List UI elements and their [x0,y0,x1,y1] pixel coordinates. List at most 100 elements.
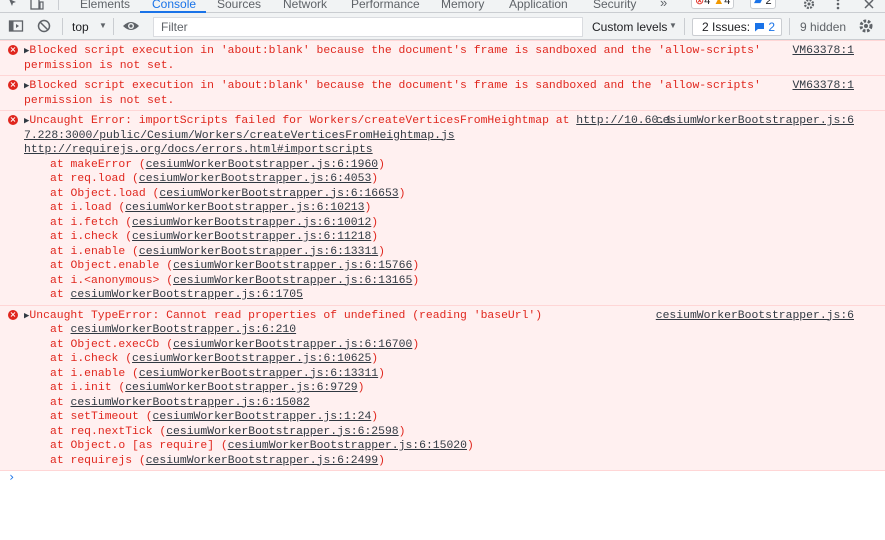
stack-frame-location-link[interactable]: cesiumWorkerBootstrapper.js:6:10213 [125,202,364,214]
stack-frame-location-link[interactable]: cesiumWorkerBootstrapper.js:6:15766 [173,260,412,272]
live-expression-eye-icon[interactable] [122,18,139,34]
stack-frame-function: Object.o [as require] [70,440,215,452]
stack-frame-location-link[interactable]: cesiumWorkerBootstrapper.js:6:210 [71,324,297,336]
stack-frame-function: i.load [70,202,112,214]
settings-gear-icon[interactable] [803,0,815,13]
stack-frame-function: i.fetch [70,216,119,229]
stack-frame-function: i.<anonymous> [70,274,160,287]
paren-open: ( [118,216,133,229]
paren-close: ) [357,382,365,394]
stack-frame-prefix: at [50,324,71,336]
stack-frame: at requirejs (cesiumWorkerBootstrapper.j… [0,454,885,469]
stack-frame-location-link[interactable]: cesiumWorkerBootstrapper.js:6:13311 [139,246,378,258]
error-text-continued: permission is not set. [24,94,175,107]
tabbar-divider [58,0,59,10]
stack-frame-location-link[interactable]: cesiumWorkerBootstrapper.js:6:1705 [71,289,303,301]
inspect-element-icon[interactable] [8,0,22,13]
console-prompt-icon[interactable]: › [8,470,15,484]
url-link-continued[interactable]: 7.228:3000/public/Cesium/Workers/createV… [24,130,455,142]
paren-open: ( [125,245,139,258]
tab-sources[interactable]: Sources [217,0,261,11]
stack-frame: at i.load (cesiumWorkerBootstrapper.js:6… [0,201,885,216]
requirejs-docs-link[interactable]: http://requirejs.org/docs/errors.html#im… [24,144,373,156]
stack-frame-location-link[interactable]: cesiumWorkerBootstrapper.js:6:13311 [139,368,378,380]
warning-count: 4 [724,0,731,7]
stack-frame-location-link[interactable]: cesiumWorkerBootstrapper.js:6:16700 [173,339,412,351]
tab-application[interactable]: Application [509,0,568,11]
stack-frame-location-link[interactable]: cesiumWorkerBootstrapper.js:6:11218 [132,231,371,243]
paren-open: ( [138,411,153,423]
stack-frame-prefix: at [50,260,71,272]
stack-frame-location-link[interactable]: cesiumWorkerBootstrapper.js:6:10012 [132,217,371,229]
stack-frame: at makeError (cesiumWorkerBootstrapper.j… [0,158,885,173]
stack-frame-location-link[interactable]: cesiumWorkerBootstrapper.js:6:9729 [125,382,357,394]
stack-frame-prefix: at [50,411,71,423]
tab-performance[interactable]: Performance [351,0,420,11]
stack-frame: at cesiumWorkerBootstrapper.js:6:210 [0,323,885,338]
stack-frame-function: i.enable [70,245,126,258]
paren-open: ( [125,367,139,380]
close-devtools-icon[interactable] [864,0,874,12]
customize-menu-icon[interactable] [836,0,840,13]
issues-badge: 2 [754,20,775,34]
tab-memory[interactable]: Memory [441,0,484,11]
tab-console[interactable]: Console [152,0,196,11]
stack-frame: at Object.load (cesiumWorkerBootstrapper… [0,187,885,202]
stack-frame: at setTimeout (cesiumWorkerBootstrapper.… [0,410,885,425]
context-selector[interactable]: top [72,20,89,34]
paren-open: ( [132,454,146,467]
stack-frame-function: i.init [70,382,112,394]
source-link[interactable]: VM63378:1 [792,79,854,94]
stack-trace: at cesiumWorkerBootstrapper.js:6:210 at O… [0,323,885,468]
console-settings-gear-icon[interactable] [858,18,874,34]
tab-security[interactable]: Security [593,0,636,11]
error-icon: × [8,80,18,90]
stack-frame-location-link[interactable]: cesiumWorkerBootstrapper.js:6:15082 [71,397,310,409]
more-tabs-button[interactable]: » [660,0,667,10]
stack-frame-location-link[interactable]: cesiumWorkerBootstrapper.js:6:2499 [146,455,378,467]
error-text: Uncaught TypeError: Cannot read properti… [29,309,543,322]
tabbar-issues-counter[interactable]: ⊗4 ▲4 [691,0,735,9]
stack-frame: at i.<anonymous> (cesiumWorkerBootstrapp… [0,274,885,289]
stack-frame-prefix: at [50,274,71,287]
stack-frame-location-link[interactable]: cesiumWorkerBootstrapper.js:6:1960 [146,159,378,171]
stack-frame-location-link[interactable]: cesiumWorkerBootstrapper.js:6:16653 [159,188,398,200]
stack-frame-location-link[interactable]: cesiumWorkerBootstrapper.js:6:15020 [228,440,467,452]
hidden-messages-count: 9 hidden [800,20,847,34]
stack-frame-function: setTimeout [70,411,139,423]
filter-input[interactable] [153,17,583,37]
stack-frame-prefix: at [50,187,71,200]
paren-open: ( [125,173,139,185]
error-icon: × [8,45,18,55]
tabbar-info-counter[interactable]: ▰ 2 [750,0,776,9]
stack-frame: at i.fetch (cesiumWorkerBootstrapper.js:… [0,216,885,231]
source-link[interactable]: cesiumWorkerBootstrapper.js:6 [656,114,854,129]
paren-open: ( [111,382,126,394]
show-sidebar-icon[interactable] [8,18,24,34]
message-icon: ▰ [754,0,763,7]
log-levels-dropdown[interactable]: Custom levels [592,20,667,34]
stack-frame-location-link[interactable]: cesiumWorkerBootstrapper.js:6:13165 [173,275,412,287]
stack-frame-function: Object.load [70,187,146,200]
warning-count-icon: ▲ [713,0,725,7]
stack-frame-location-link[interactable]: cesiumWorkerBootstrapper.js:6:10625 [132,353,371,365]
issues-count: 2 [768,20,776,34]
stack-frame: at cesiumWorkerBootstrapper.js:6:1705 [0,288,885,303]
clear-console-icon[interactable] [36,18,52,34]
paren-close: ) [378,245,385,258]
source-link[interactable]: cesiumWorkerBootstrapper.js:6 [656,309,854,324]
paren-close: ) [371,216,379,229]
tab-elements[interactable]: Elements [80,0,130,11]
stack-frame-function: i.enable [70,367,126,380]
tab-network[interactable]: Network [283,0,327,11]
stack-frame-prefix: at [50,353,71,365]
stack-frame-location-link[interactable]: cesiumWorkerBootstrapper.js:1:24 [153,411,372,423]
stack-frame-location-link[interactable]: cesiumWorkerBootstrapper.js:6:2598 [166,426,398,438]
stack-frame: at i.init (cesiumWorkerBootstrapper.js:6… [0,381,885,396]
paren-close: ) [378,454,385,467]
device-toolbar-icon[interactable] [30,0,44,13]
error-icon: × [8,309,18,320]
issues-button[interactable]: 2 Issues: 2 [692,18,783,36]
source-link[interactable]: VM63378:1 [792,44,854,59]
stack-frame-location-link[interactable]: cesiumWorkerBootstrapper.js:6:4053 [139,173,371,185]
